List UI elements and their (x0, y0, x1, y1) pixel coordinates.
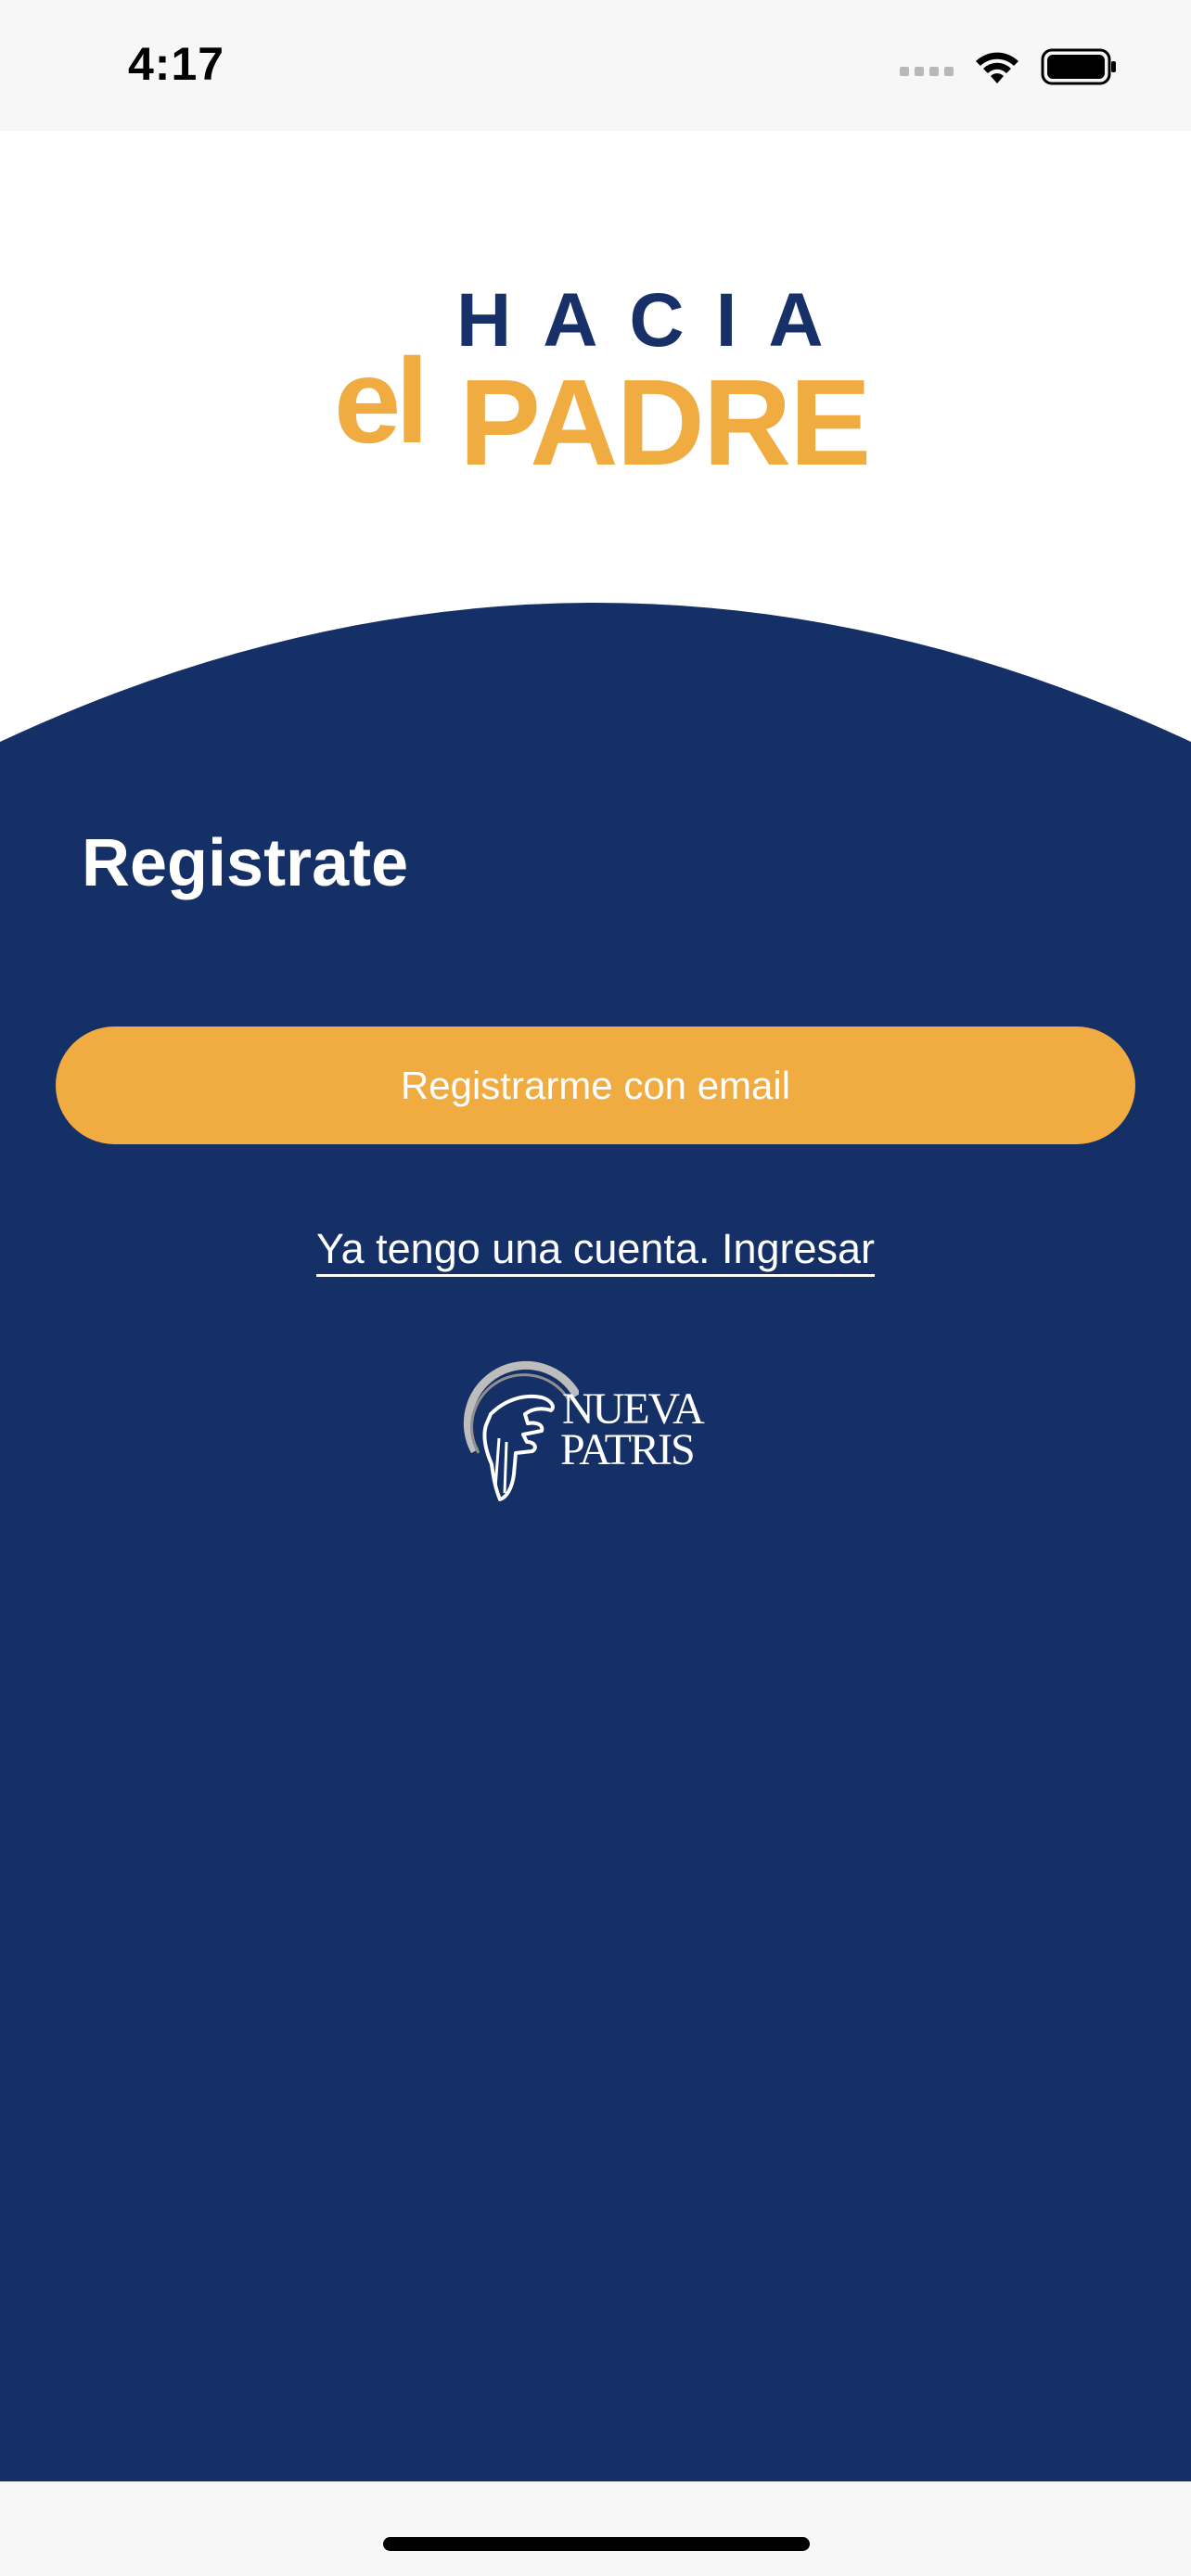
login-link-row: Ya tengo una cuenta. Ingresar (0, 1224, 1191, 1277)
login-link[interactable]: Ya tengo una cuenta. Ingresar (315, 1225, 876, 1277)
brand-logo: NUEVA PATRIS (458, 1349, 736, 1507)
brand-text-patris: PATRIS (560, 1425, 696, 1474)
register-email-button[interactable]: Registrarme con email (56, 1027, 1135, 1144)
wifi-icon (976, 52, 1018, 83)
status-icons (900, 46, 1117, 87)
cellular-signal-icon (900, 46, 954, 87)
page-title: Registrate (82, 826, 409, 900)
brand-text-nueva: NUEVA (562, 1384, 705, 1434)
screen: 4:17 HACIA el PADRE Registrate Registrar… (0, 0, 1191, 2576)
brand-text: NUEVA PATRIS (560, 1384, 705, 1474)
status-time: 4:17 (128, 38, 225, 90)
home-indicator[interactable] (383, 2537, 810, 2551)
logo-text-hacia: HACIA (456, 278, 855, 363)
bottom-bar (0, 2481, 1191, 2576)
status-bar: 4:17 (0, 0, 1191, 131)
logo-text-padre: PADRE (459, 354, 871, 491)
logo-text-el: el (334, 333, 429, 468)
battery-icon (1041, 48, 1116, 85)
app-logo: HACIA el PADRE (325, 278, 871, 484)
